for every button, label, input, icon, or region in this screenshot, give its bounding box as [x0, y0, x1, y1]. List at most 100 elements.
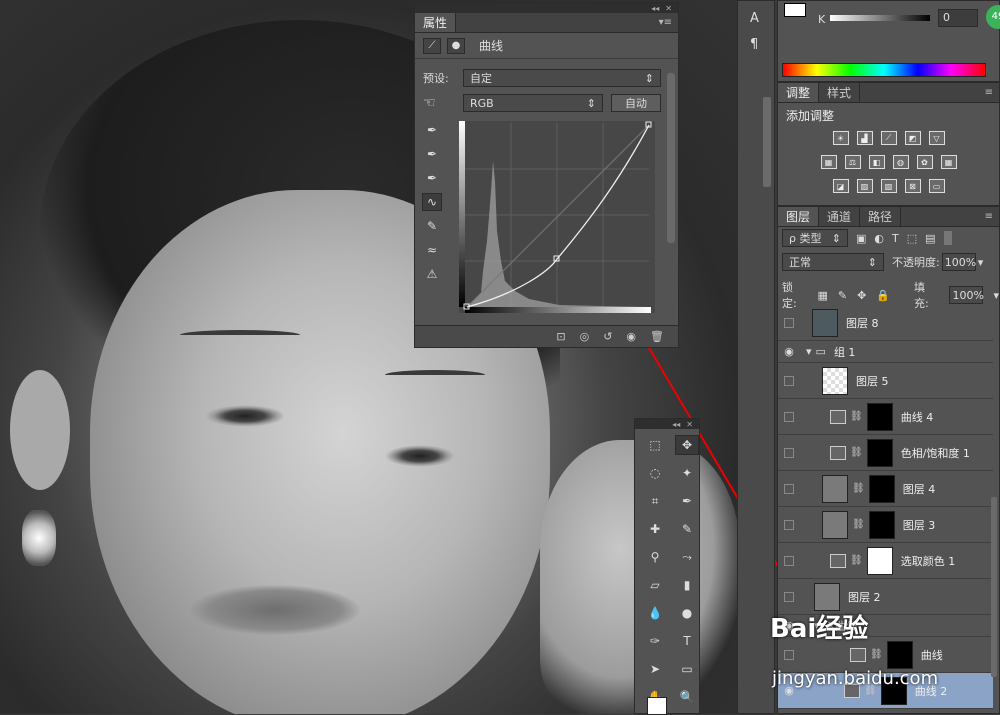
crop-tool-icon[interactable]: ⌗: [643, 491, 667, 511]
color-spectrum-bar[interactable]: [782, 63, 986, 77]
channel-select[interactable]: RGB ⇕: [463, 94, 603, 112]
eraser-tool-icon[interactable]: ▱: [643, 575, 667, 595]
k-value-field[interactable]: 0: [938, 9, 978, 27]
foreground-color-swatch[interactable]: [647, 697, 667, 715]
eye-icon[interactable]: ◉: [778, 345, 800, 358]
layer-row-layer5[interactable]: 图层 5: [778, 363, 993, 399]
shape-tool-icon[interactable]: ▭: [675, 659, 699, 679]
link-icon[interactable]: ⛓: [852, 483, 865, 494]
link-icon[interactable]: ⛓: [870, 649, 883, 660]
fill-dropdown-icon[interactable]: ▾: [993, 289, 999, 302]
draw-pencil-icon[interactable]: ✎: [422, 217, 442, 235]
layer-mask-thumbnail[interactable]: [866, 546, 893, 575]
lock-transparency-icon[interactable]: ▦: [817, 289, 827, 302]
visibility-toggle[interactable]: [784, 483, 794, 494]
filter-adjustment-icon[interactable]: ◐: [874, 232, 884, 245]
link-icon[interactable]: ⛓: [850, 447, 863, 458]
layer-row-layer3[interactable]: ⛓ 图层 3: [778, 507, 993, 543]
healing-brush-tool-icon[interactable]: ✚: [643, 519, 667, 539]
curves-adjustment-icon[interactable]: ⟋: [423, 37, 441, 54]
visibility-eye-icon[interactable]: ◉: [626, 330, 636, 343]
layer-row-layer4[interactable]: ⛓ 图层 4: [778, 471, 993, 507]
tab-paths[interactable]: 路径: [860, 207, 902, 226]
lock-pixels-icon[interactable]: ✎: [838, 289, 847, 302]
pen-tool-icon[interactable]: ✑: [643, 631, 667, 651]
sample-gray-eyedropper-icon[interactable]: ✒: [422, 145, 442, 163]
character-panel-icon[interactable]: A: [750, 11, 759, 26]
adjustments-menu-icon[interactable]: ≡: [985, 87, 993, 98]
visibility-toggle[interactable]: [784, 447, 794, 458]
auto-button[interactable]: 自动: [611, 94, 661, 112]
reset-icon[interactable]: ↺: [603, 330, 612, 343]
tools-dock-bar[interactable]: ◂◂ ✕: [635, 419, 699, 429]
gradient-map-icon[interactable]: ▭: [928, 179, 945, 193]
threshold-icon[interactable]: ▧: [880, 179, 897, 193]
layer-row-hue-sat1[interactable]: ⛓ 色相/饱和度 1: [778, 435, 993, 471]
strip-scrollbar[interactable]: [763, 97, 771, 187]
layer-row-selective-color1[interactable]: ⛓ 选取颜色 1: [778, 543, 993, 579]
link-icon[interactable]: ⛓: [850, 411, 863, 422]
dodge-tool-icon[interactable]: ●: [675, 603, 699, 623]
visibility-toggle[interactable]: [784, 411, 794, 422]
panel-menu-icon[interactable]: ▾≡: [659, 17, 672, 28]
tab-channels[interactable]: 通道: [819, 207, 861, 226]
visibility-toggle[interactable]: [784, 591, 794, 602]
layer-filter-select[interactable]: ρ 类型 ⇕: [782, 229, 848, 247]
opacity-dropdown-icon[interactable]: ▾: [978, 256, 984, 269]
zoom-tool-icon[interactable]: 🔍: [675, 687, 699, 707]
visibility-toggle[interactable]: [784, 519, 794, 530]
mask-icon[interactable]: ●: [447, 37, 465, 54]
path-selection-tool-icon[interactable]: ➤: [643, 659, 667, 679]
lasso-tool-icon[interactable]: ◌: [643, 463, 667, 483]
type-tool-icon[interactable]: T: [675, 631, 699, 651]
gradient-tool-icon[interactable]: ▮: [675, 575, 699, 595]
fill-field[interactable]: 100%: [949, 286, 984, 304]
brush-tool-icon[interactable]: ✎: [675, 519, 699, 539]
layer-row-group1[interactable]: ◉ ▾ ▭ 组 1: [778, 341, 993, 363]
delete-trash-icon[interactable]: 🗑: [650, 330, 664, 343]
expand-arrow-icon[interactable]: ▾: [806, 345, 812, 358]
layer-mask-thumbnail[interactable]: [886, 640, 913, 669]
channel-mixer-icon[interactable]: ✿: [916, 155, 933, 169]
magic-wand-tool-icon[interactable]: ✦: [675, 463, 699, 483]
view-previous-icon[interactable]: ◎: [580, 330, 590, 343]
panel-dock-bar[interactable]: ◂◂ ✕: [415, 3, 678, 13]
blur-tool-icon[interactable]: 💧: [643, 603, 667, 623]
clip-to-layer-icon[interactable]: ⊡: [556, 330, 565, 343]
paragraph-panel-icon[interactable]: ¶: [750, 37, 758, 52]
levels-icon[interactable]: ▟: [856, 131, 873, 145]
photo-filter-icon[interactable]: ◍: [892, 155, 909, 169]
tab-properties[interactable]: 属性: [415, 13, 457, 32]
exposure-icon[interactable]: ◩: [904, 131, 921, 145]
layer-mask-thumbnail[interactable]: [868, 474, 895, 503]
tab-layers[interactable]: 图层: [778, 207, 820, 226]
history-brush-tool-icon[interactable]: ⤳: [675, 547, 699, 567]
layer-row-curves4[interactable]: ⛓ 曲线 4: [778, 399, 993, 435]
preset-select[interactable]: 自定 ⇕: [463, 69, 661, 87]
posterize-icon[interactable]: ▨: [856, 179, 873, 193]
move-tool-icon[interactable]: ✥: [675, 435, 699, 455]
color-lookup-icon[interactable]: ▦: [940, 155, 957, 169]
visibility-toggle[interactable]: [784, 317, 794, 328]
properties-scrollbar[interactable]: [667, 73, 675, 243]
layer-mask-thumbnail[interactable]: [866, 438, 893, 467]
tab-styles[interactable]: 样式: [819, 83, 861, 102]
lock-all-icon[interactable]: 🔒: [876, 289, 890, 302]
visibility-toggle[interactable]: [784, 555, 794, 566]
tab-adjustments[interactable]: 调整: [778, 83, 820, 102]
curve-graph[interactable]: [459, 121, 655, 313]
filter-shape-icon[interactable]: ⬚: [907, 232, 917, 245]
eyedropper-tool-icon[interactable]: ✒: [675, 491, 699, 511]
target-adjust-icon[interactable]: ☜: [423, 95, 457, 111]
hue-saturation-icon[interactable]: ▦: [820, 155, 837, 169]
vibrance-icon[interactable]: ▽: [928, 131, 945, 145]
filter-smart-icon[interactable]: ▤: [925, 232, 935, 245]
link-icon[interactable]: ⛓: [850, 555, 863, 566]
layers-menu-icon[interactable]: ≡: [985, 211, 993, 222]
brightness-icon[interactable]: ☀: [832, 131, 849, 145]
marquee-tool-icon[interactable]: ⬚: [643, 435, 667, 455]
curves-icon[interactable]: ⟋: [880, 131, 897, 145]
opacity-field[interactable]: 100%: [941, 253, 976, 271]
link-icon[interactable]: ⛓: [852, 519, 865, 530]
blend-mode-select[interactable]: 正常 ⇕: [782, 253, 884, 271]
